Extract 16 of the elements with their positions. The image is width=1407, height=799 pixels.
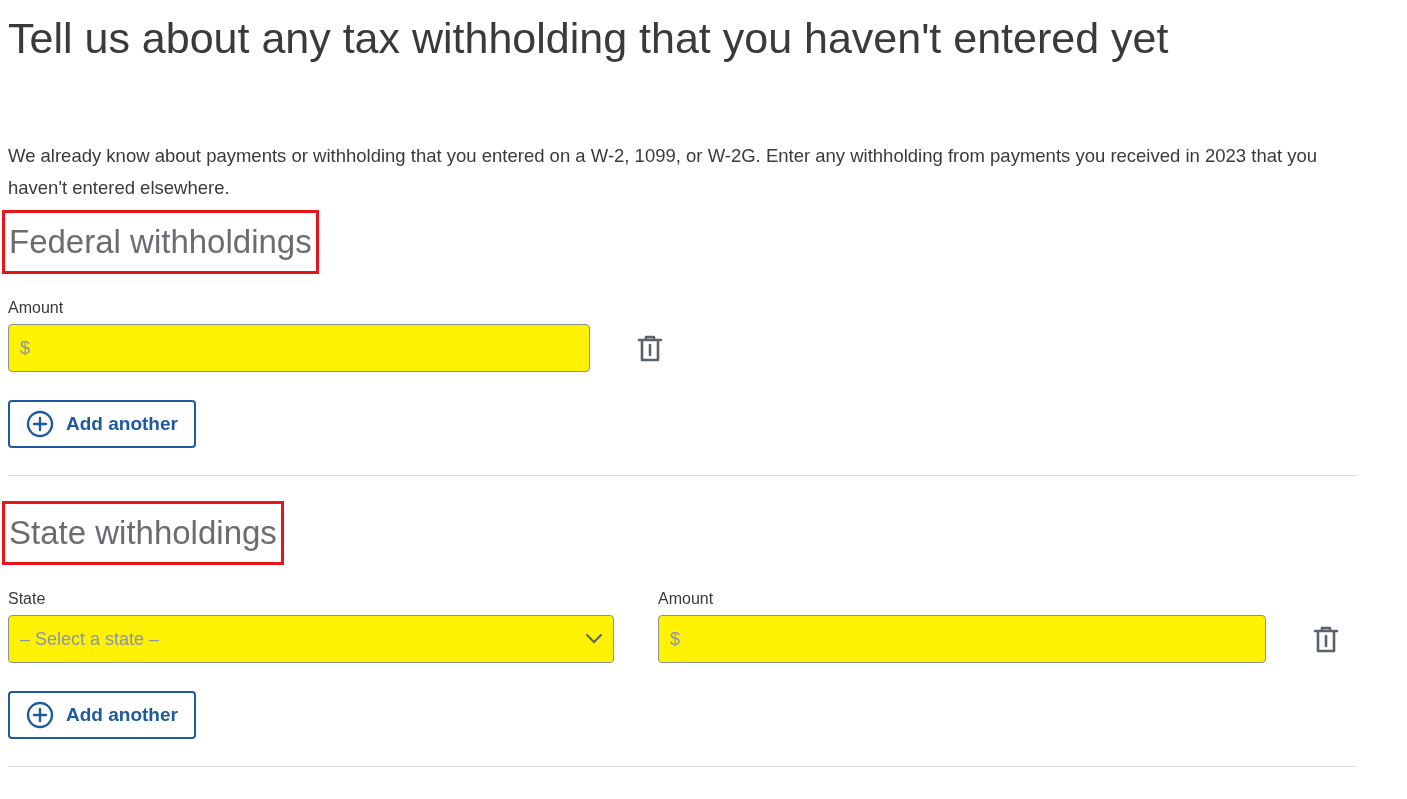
plus-circle-icon bbox=[26, 701, 54, 729]
add-another-button[interactable]: Add another bbox=[8, 691, 196, 739]
trash-icon bbox=[1312, 625, 1340, 655]
amount-field[interactable]: $ bbox=[8, 324, 590, 372]
field-label: State bbox=[8, 589, 47, 609]
field-label: Amount bbox=[8, 298, 65, 318]
intro-text: We already know about payments or withholding that you entered on a W-2, 1099, or W-2G. Enter any withholding from payments you received in 2023 that you haven't entered elsewhere. bbox=[8, 144, 1319, 200]
amount-field[interactable]: $ bbox=[658, 615, 1266, 663]
page-title: Tell us about any tax withholding that you haven't entered yet bbox=[8, 13, 1170, 64]
trash-icon bbox=[636, 334, 664, 364]
section-heading: State withholdings bbox=[9, 513, 277, 553]
section-heading: Federal withholdings bbox=[9, 222, 312, 262]
add-another-button[interactable]: Add another bbox=[8, 400, 196, 448]
field-label: Amount bbox=[658, 589, 715, 609]
plus-circle-icon bbox=[26, 410, 54, 438]
chevron-down-icon bbox=[586, 634, 602, 644]
